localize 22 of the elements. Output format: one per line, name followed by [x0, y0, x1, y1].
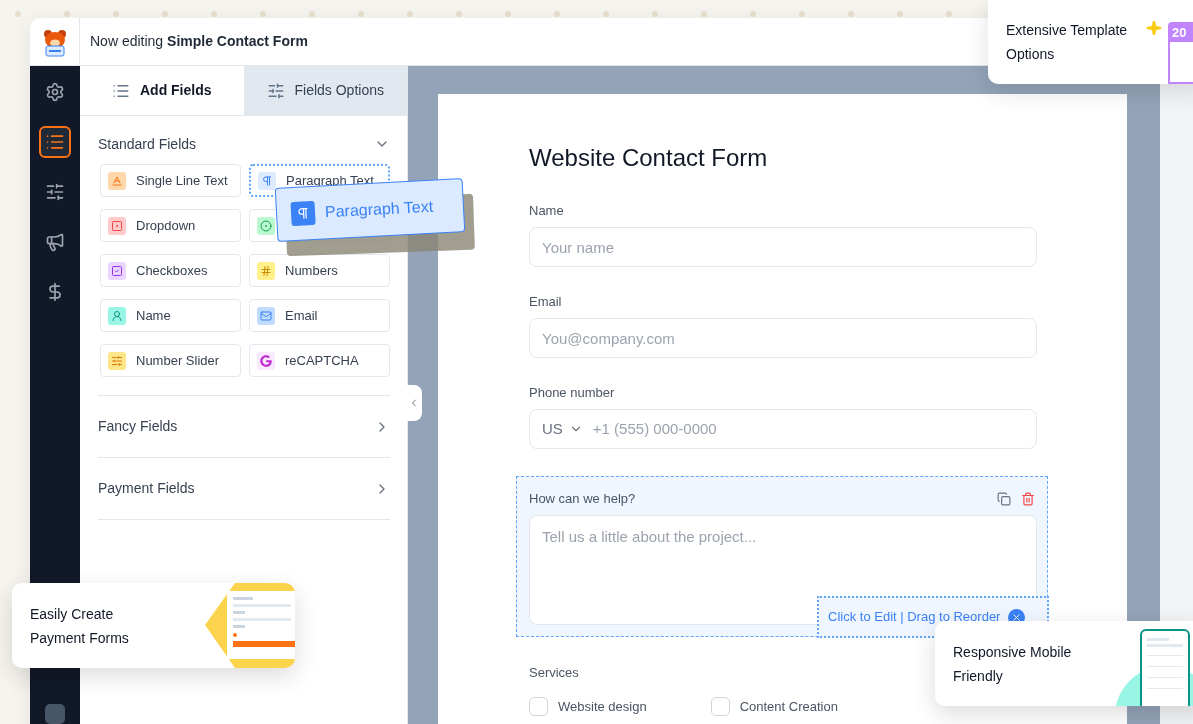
phone-placeholder: +1 (555) 000-0000 — [592, 418, 717, 439]
field-type-label: Number Slider — [136, 351, 220, 370]
field-type-label: Checkboxes — [136, 261, 208, 280]
promo-text: Easily Create Payment Forms — [30, 604, 130, 648]
promo-text: Responsive Mobile Friendly — [953, 642, 1073, 686]
checkbox-label: Website design — [558, 698, 647, 716]
field-type-label: Numbers — [285, 261, 338, 280]
checkbox-label: Content Creation — [739, 698, 838, 716]
template-count: 20 — [1170, 24, 1193, 42]
field-type-label: Single Line Text — [136, 171, 228, 190]
editing-title: Now editing Simple Contact Form — [90, 32, 308, 51]
field-type-label: Email — [285, 306, 318, 325]
field-label: Name — [529, 203, 564, 219]
form-title: Website Contact Form — [529, 143, 769, 173]
field-type-label: Dropdown — [136, 216, 196, 235]
field-type-label: reCAPTCHA — [285, 351, 359, 370]
field-label: How can we help? — [529, 491, 636, 507]
field-label: Services — [529, 665, 579, 681]
field-type-label: Name — [136, 306, 171, 325]
field-label: Phone number — [529, 385, 615, 401]
promo-text: Extensive Template Options — [1006, 21, 1129, 64]
field-label: Email — [529, 294, 562, 310]
